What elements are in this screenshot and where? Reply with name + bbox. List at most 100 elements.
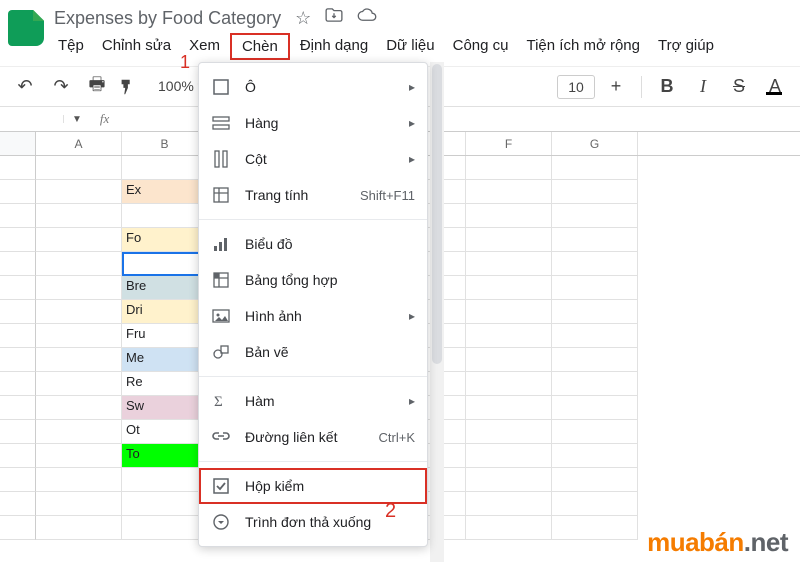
cell-A2[interactable] <box>36 180 122 204</box>
cell-F2[interactable] <box>466 180 552 204</box>
name-box-dropdown[interactable]: ▼ <box>64 114 90 125</box>
cell-F9[interactable] <box>466 348 552 372</box>
menu-item-pivot[interactable]: Bảng tổng hợp <box>199 262 427 298</box>
cell-A10[interactable] <box>36 372 122 396</box>
cell-B13[interactable]: To <box>122 444 208 468</box>
cell-G11[interactable] <box>552 396 638 420</box>
move-icon[interactable] <box>325 8 343 29</box>
font-size-input[interactable]: 10 <box>557 75 595 99</box>
cell-G7[interactable] <box>552 300 638 324</box>
cell-A7[interactable] <box>36 300 122 324</box>
row-header-14[interactable] <box>0 468 36 492</box>
menu-tệp[interactable]: Tệp <box>50 33 92 60</box>
paint-format-button[interactable] <box>118 78 148 96</box>
row-header-15[interactable] <box>0 492 36 516</box>
menu-item-rows[interactable]: Hàng▸ <box>199 105 427 141</box>
strike-button[interactable]: S <box>724 76 754 97</box>
cell-A4[interactable] <box>36 228 122 252</box>
redo-button[interactable]: ↷ <box>46 76 76 97</box>
menu-item-sheet[interactable]: Trang tínhShift+F11 <box>199 177 427 213</box>
row-header-10[interactable] <box>0 372 36 396</box>
cell-B7[interactable]: Dri <box>122 300 208 324</box>
cell-G6[interactable] <box>552 276 638 300</box>
cell-B16[interactable] <box>122 516 208 540</box>
cell-G2[interactable] <box>552 180 638 204</box>
menu-công cụ[interactable]: Công cụ <box>445 33 517 60</box>
cell-B11[interactable]: Sw <box>122 396 208 420</box>
cell-B10[interactable]: Re <box>122 372 208 396</box>
cell-G13[interactable] <box>552 444 638 468</box>
cloud-icon[interactable] <box>357 8 377 29</box>
row-header-6[interactable] <box>0 276 36 300</box>
menu-item-check[interactable]: Hộp kiểm <box>199 468 427 504</box>
cell-F3[interactable] <box>466 204 552 228</box>
cell-B15[interactable] <box>122 492 208 516</box>
row-header-7[interactable] <box>0 300 36 324</box>
cell-F4[interactable] <box>466 228 552 252</box>
italic-button[interactable]: I <box>688 76 718 97</box>
cell-G5[interactable] <box>552 252 638 276</box>
cell-G9[interactable] <box>552 348 638 372</box>
row-header-12[interactable] <box>0 420 36 444</box>
cell-F1[interactable] <box>466 156 552 180</box>
cell-B9[interactable]: Me <box>122 348 208 372</box>
cell-A11[interactable] <box>36 396 122 420</box>
menu-item-cell[interactable]: Ô▸ <box>199 69 427 105</box>
cell-A14[interactable] <box>36 468 122 492</box>
cell-A9[interactable] <box>36 348 122 372</box>
menu-scrollbar[interactable] <box>430 62 444 562</box>
text-color-button[interactable]: A <box>760 76 790 97</box>
cell-G14[interactable] <box>552 468 638 492</box>
cell-F6[interactable] <box>466 276 552 300</box>
col-header-F[interactable]: F <box>466 132 552 155</box>
cell-F16[interactable] <box>466 516 552 540</box>
cell-G16[interactable] <box>552 516 638 540</box>
cell-B2[interactable]: Ex <box>122 180 208 204</box>
menu-item-image[interactable]: Hình ảnh▸ <box>199 298 427 334</box>
row-header-11[interactable] <box>0 396 36 420</box>
cell-A3[interactable] <box>36 204 122 228</box>
select-all-corner[interactable] <box>0 132 36 155</box>
menu-item-draw[interactable]: Bản vẽ <box>199 334 427 370</box>
cell-F8[interactable] <box>466 324 552 348</box>
menu-item-func[interactable]: ΣHàm▸ <box>199 383 427 419</box>
cell-F5[interactable] <box>466 252 552 276</box>
menu-trợ giúp[interactable]: Trợ giúp <box>650 33 722 60</box>
cell-F10[interactable] <box>466 372 552 396</box>
row-header-13[interactable] <box>0 444 36 468</box>
cell-B12[interactable]: Ot <box>122 420 208 444</box>
cell-A12[interactable] <box>36 420 122 444</box>
star-icon[interactable]: ☆ <box>295 8 311 29</box>
cell-G1[interactable] <box>552 156 638 180</box>
menu-tiện ích mở rộng[interactable]: Tiện ích mở rộng <box>518 33 648 60</box>
row-header-1[interactable] <box>0 156 36 180</box>
row-header-5[interactable] <box>0 252 36 276</box>
print-button[interactable]: 🖶 <box>82 72 112 102</box>
menu-định dạng[interactable]: Định dạng <box>292 33 376 60</box>
cell-G10[interactable] <box>552 372 638 396</box>
cell-A8[interactable] <box>36 324 122 348</box>
doc-title[interactable]: Expenses by Food Category <box>50 6 285 31</box>
cell-F13[interactable] <box>466 444 552 468</box>
row-header-16[interactable] <box>0 516 36 540</box>
menu-dữ liệu[interactable]: Dữ liệu <box>378 33 442 60</box>
cell-F11[interactable] <box>466 396 552 420</box>
menu-item-cols[interactable]: Cột▸ <box>199 141 427 177</box>
col-header-G[interactable]: G <box>552 132 638 155</box>
row-header-3[interactable] <box>0 204 36 228</box>
row-header-4[interactable] <box>0 228 36 252</box>
cell-A13[interactable] <box>36 444 122 468</box>
menu-chèn[interactable]: Chèn <box>230 33 290 60</box>
menu-item-link[interactable]: Đường liên kếtCtrl+K <box>199 419 427 455</box>
cell-F12[interactable] <box>466 420 552 444</box>
undo-button[interactable]: ↶ <box>10 76 40 97</box>
menu-scrollbar-thumb[interactable] <box>432 64 442 364</box>
cell-F14[interactable] <box>466 468 552 492</box>
cell-G8[interactable] <box>552 324 638 348</box>
cell-F7[interactable] <box>466 300 552 324</box>
cell-A1[interactable] <box>36 156 122 180</box>
cell-A15[interactable] <box>36 492 122 516</box>
col-header-B[interactable]: B <box>122 132 208 155</box>
cell-B8[interactable]: Fru <box>122 324 208 348</box>
row-header-9[interactable] <box>0 348 36 372</box>
